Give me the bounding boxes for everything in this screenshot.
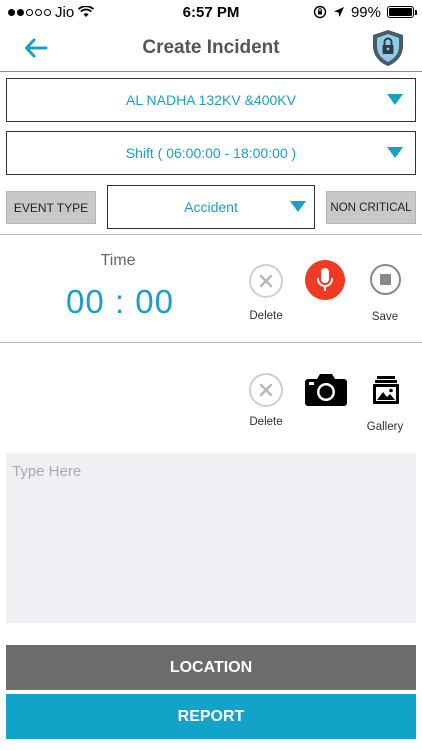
record-button[interactable] (305, 260, 345, 300)
criticality-button[interactable]: NON CRITICAL (326, 191, 416, 224)
station-dropdown[interactable]: AL NADHA 132KV &400KV (6, 78, 416, 122)
chevron-down-icon (387, 94, 403, 105)
station-value: AL NADHA 132KV &400KV (126, 92, 296, 108)
save-audio-button[interactable] (370, 264, 401, 295)
shield-lock-icon (373, 30, 403, 66)
description-input[interactable] (6, 453, 416, 623)
chevron-down-icon (387, 147, 403, 158)
divider (0, 234, 422, 235)
location-arrow-icon (333, 7, 344, 17)
divider (0, 342, 422, 343)
gallery-icon[interactable] (372, 375, 400, 405)
app-header: Create Incident (0, 24, 422, 72)
wifi-icon (78, 6, 95, 17)
microphone-icon (317, 268, 333, 291)
status-right: 99% (313, 3, 417, 21)
battery-percentage: 99% (350, 3, 381, 21)
event-type-dropdown[interactable]: Accident (107, 185, 315, 229)
stop-icon (380, 274, 391, 285)
chevron-down-icon (290, 201, 306, 212)
delete-photo-button[interactable] (249, 373, 283, 407)
page-title: Create Incident (142, 37, 280, 58)
delete-photo-label: Delete (249, 416, 283, 428)
status-left: Jio (8, 3, 95, 21)
event-type-value: Accident (184, 199, 238, 215)
delete-audio-label: Delete (249, 310, 283, 322)
shift-value: Shift ( 06:00:00 - 18:00:00 ) (125, 145, 297, 161)
gallery-label: Gallery (366, 421, 404, 433)
signal-strength-icon (8, 8, 51, 16)
event-type-label: EVENT TYPE (6, 191, 96, 224)
orientation-lock-icon (313, 5, 327, 19)
shift-dropdown[interactable]: Shift ( 06:00:00 - 18:00:00 ) (6, 131, 416, 175)
save-audio-label: Save (371, 311, 399, 323)
battery-icon (387, 6, 417, 18)
location-button[interactable]: LOCATION (6, 645, 416, 690)
close-icon (259, 383, 273, 397)
delete-audio-button[interactable] (249, 264, 283, 298)
status-bar: Jio 6:57 PM 99% (0, 0, 422, 24)
carrier-name: Jio (55, 3, 75, 21)
recording-timer: 00 : 00 (66, 283, 174, 320)
camera-icon[interactable] (304, 371, 348, 407)
time-label: Time (100, 252, 136, 269)
close-icon (259, 274, 273, 288)
report-button[interactable]: REPORT (6, 694, 416, 739)
